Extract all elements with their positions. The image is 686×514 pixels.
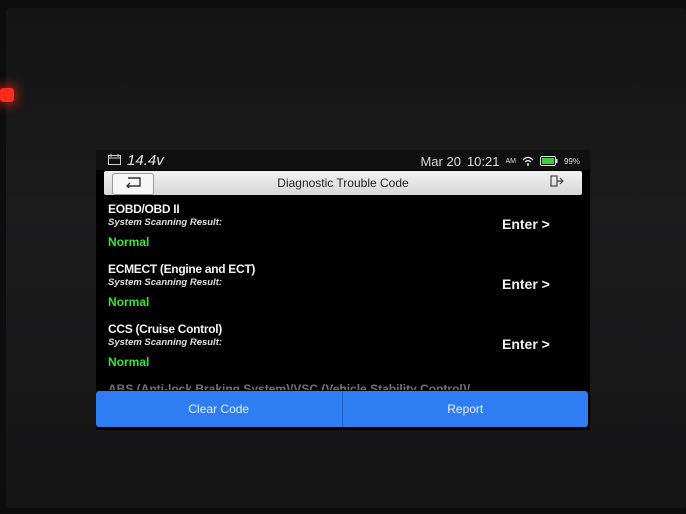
status-right: Mar 20 10:21 AM 99% xyxy=(420,154,580,169)
enter-button[interactable]: Enter > xyxy=(502,276,550,292)
report-button[interactable]: Report xyxy=(343,391,589,427)
battery-percent: 99% xyxy=(563,157,580,166)
list-item: CCS (Cruise Control) System Scanning Res… xyxy=(96,322,590,382)
system-name: ABS (Anti-lock Braking System)/VSC (Vehi… xyxy=(108,382,471,390)
scan-result-label: System Scanning Result: xyxy=(108,337,223,348)
system-name: CCS (Cruise Control) xyxy=(108,322,223,336)
date-text: Mar 20 xyxy=(420,154,461,169)
status-left: 14.4v xyxy=(108,152,164,169)
enter-button[interactable]: Enter > xyxy=(502,336,550,352)
wifi-icon xyxy=(522,155,534,169)
bottom-action-bar: Clear Code Report xyxy=(96,391,588,427)
status-normal: Normal xyxy=(108,355,150,369)
scan-result-label: System Scanning Result: xyxy=(108,217,223,228)
scan-result-label: System Scanning Result: xyxy=(108,277,223,288)
list-item: ECMECT (Engine and ECT) System Scanning … xyxy=(96,262,590,322)
time-text: 10:21 xyxy=(466,154,500,169)
exit-icon xyxy=(550,174,564,192)
clear-code-button[interactable]: Clear Code xyxy=(96,391,342,427)
brand-logo xyxy=(320,438,520,468)
vehicle-icon xyxy=(108,153,121,168)
status-normal: Normal xyxy=(108,235,150,249)
voltage-readout: 14.4v xyxy=(127,152,164,169)
battery-icon xyxy=(539,155,558,169)
list-item: EOBD/OBD II System Scanning Result: Norm… xyxy=(96,202,590,262)
system-name: EOBD/OBD II xyxy=(108,202,180,216)
page-title: Diagnostic Trouble Code xyxy=(277,176,409,190)
device-screen: 14.4v Mar 20 10:21 AM 99% Diagnostic Tro… xyxy=(96,150,590,430)
enter-button[interactable]: Enter > xyxy=(502,216,550,232)
system-name: ECMECT (Engine and ECT) xyxy=(108,262,256,276)
ampm-text: AM xyxy=(505,158,516,165)
exit-button[interactable] xyxy=(542,173,572,193)
status-bar: 14.4v Mar 20 10:21 AM 99% xyxy=(96,150,590,170)
power-led xyxy=(0,88,14,102)
status-normal: Normal xyxy=(108,295,150,309)
title-bar: Diagnostic Trouble Code xyxy=(104,171,582,195)
